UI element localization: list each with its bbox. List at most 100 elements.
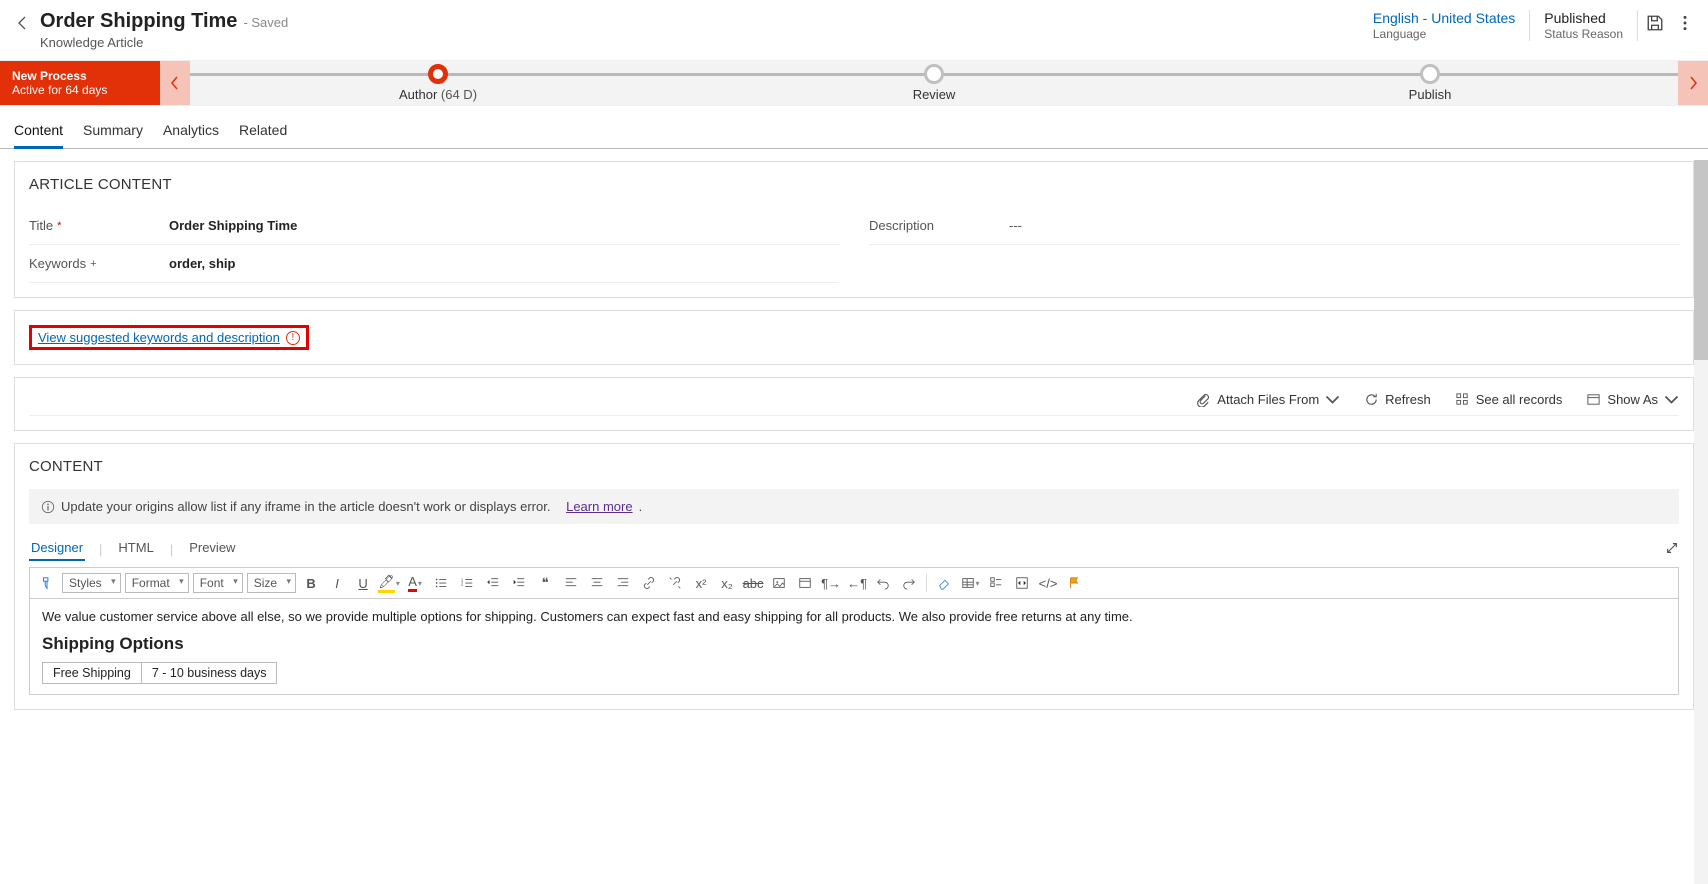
table-cell: Free Shipping <box>43 663 142 684</box>
section-title: ARTICLE CONTENT <box>29 176 1679 193</box>
iframe-button[interactable] <box>794 572 816 594</box>
refresh-button[interactable]: Refresh <box>1364 392 1431 407</box>
align-right-button[interactable] <box>612 572 634 594</box>
align-left-button[interactable] <box>560 572 582 594</box>
status-value: Published <box>1544 10 1623 26</box>
stage-next-button[interactable] <box>1678 61 1708 105</box>
flag-icon <box>1067 576 1081 590</box>
source-button[interactable]: </> <box>1037 572 1059 594</box>
number-list-icon: 12 <box>460 576 474 590</box>
outdent-button[interactable] <box>482 572 504 594</box>
svg-text:2: 2 <box>461 582 464 587</box>
image-icon <box>772 576 786 590</box>
stage-indicator-icon <box>1420 64 1440 84</box>
flag-button[interactable] <box>1063 572 1085 594</box>
undo-icon <box>876 576 890 590</box>
ltr-button[interactable]: ¶→ <box>820 572 842 594</box>
embed-button[interactable] <box>1011 572 1033 594</box>
shipping-options-table: Free Shipping 7 - 10 business days <box>42 662 277 684</box>
tab-analytics[interactable]: Analytics <box>163 116 219 148</box>
redo-button[interactable] <box>898 572 920 594</box>
bullet-list-icon <box>434 576 448 590</box>
underline-button[interactable]: U <box>352 572 374 594</box>
highlight-button[interactable]: 🖊▾ <box>378 572 400 594</box>
article-content-section: ARTICLE CONTENT Title* Order Shipping Ti… <box>14 161 1694 298</box>
attach-files-button[interactable]: Attach Files From <box>1196 392 1340 407</box>
tab-summary[interactable]: Summary <box>83 116 143 148</box>
grid-icon <box>1455 392 1470 407</box>
undo-button[interactable] <box>872 572 894 594</box>
font-select[interactable]: Font <box>193 573 243 593</box>
tab-related[interactable]: Related <box>239 116 287 148</box>
format-select[interactable]: Format <box>125 573 189 593</box>
description-field[interactable]: --- <box>1009 218 1022 233</box>
stage-indicator-icon <box>924 64 944 84</box>
table-button[interactable]: ▾ <box>959 572 981 594</box>
editor-tab-preview[interactable]: Preview <box>187 538 237 561</box>
language-value[interactable]: English - United States <box>1373 10 1515 26</box>
size-select[interactable]: Size <box>247 573 296 593</box>
number-list-button[interactable]: 12 <box>456 572 478 594</box>
learn-more-link[interactable]: Learn more <box>566 499 632 514</box>
keywords-label: Keywords <box>29 256 86 271</box>
clear-format-button[interactable] <box>933 572 955 594</box>
show-as-button[interactable]: Show As <box>1586 392 1679 407</box>
stage-author[interactable]: Author (64 D) <box>190 61 686 105</box>
chevron-down-icon <box>1325 392 1340 407</box>
styles-select[interactable]: Styles <box>62 573 121 593</box>
link-button[interactable] <box>638 572 660 594</box>
editor-tab-html[interactable]: HTML <box>116 538 155 561</box>
scrollbar[interactable] <box>1694 160 1708 884</box>
required-indicator-icon: * <box>57 220 61 232</box>
more-button[interactable] <box>1676 14 1694 32</box>
see-all-records-button[interactable]: See all records <box>1455 392 1563 407</box>
tab-content[interactable]: Content <box>14 116 63 148</box>
italic-button[interactable]: I <box>326 572 348 594</box>
bullet-list-button[interactable] <box>430 572 452 594</box>
banner-text: Update your origins allow list if any if… <box>61 499 550 514</box>
show-as-icon <box>1586 392 1601 407</box>
image-button[interactable] <box>768 572 790 594</box>
chevron-left-icon <box>170 76 180 90</box>
stage-prev-button[interactable] <box>160 61 190 105</box>
subscript-button[interactable]: x₂ <box>716 572 738 594</box>
checklist-icon <box>989 576 1003 590</box>
rtl-button[interactable]: ←¶ <box>846 572 868 594</box>
refresh-icon <box>1364 392 1379 407</box>
align-right-icon <box>616 576 630 590</box>
view-suggested-link[interactable]: View suggested keywords and description <box>38 330 280 345</box>
editor-tab-designer[interactable]: Designer <box>29 538 85 561</box>
form-tabs: Content Summary Analytics Related <box>0 106 1708 149</box>
save-button[interactable] <box>1646 14 1664 32</box>
align-center-icon <box>590 576 604 590</box>
page-title: Order Shipping Time <box>40 10 237 33</box>
iframe-warning-banner: Update your origins allow list if any if… <box>29 489 1679 524</box>
blockquote-button[interactable]: ❝ <box>534 572 556 594</box>
bold-button[interactable]: B <box>300 572 322 594</box>
back-button[interactable] <box>14 14 32 32</box>
format-painter-button[interactable] <box>36 572 58 594</box>
strikethrough-button[interactable]: abc <box>742 572 764 594</box>
content-editor-section: CONTENT Update your origins allow list i… <box>14 443 1694 710</box>
scrollbar-thumb[interactable] <box>1694 160 1708 360</box>
process-info[interactable]: New Process Active for 64 days <box>0 61 160 105</box>
title-field[interactable]: Order Shipping Time <box>169 218 297 233</box>
outdent-icon <box>486 576 500 590</box>
unlink-icon <box>668 576 682 590</box>
table-cell: 7 - 10 business days <box>141 663 277 684</box>
attachments-section: Attach Files From Refresh See all record… <box>14 377 1694 431</box>
checklist-button[interactable] <box>985 572 1007 594</box>
stage-review[interactable]: Review <box>686 61 1182 105</box>
redo-icon <box>902 576 916 590</box>
keywords-field[interactable]: order, ship <box>169 256 235 271</box>
arrow-left-icon <box>15 15 31 31</box>
unlink-button[interactable] <box>664 572 686 594</box>
expand-editor-button[interactable] <box>1665 541 1679 558</box>
stage-publish[interactable]: Publish <box>1182 61 1678 105</box>
font-color-button[interactable]: A▾ <box>404 572 426 594</box>
indent-button[interactable] <box>508 572 530 594</box>
align-center-button[interactable] <box>586 572 608 594</box>
superscript-button[interactable]: x² <box>690 572 712 594</box>
editor-content-area[interactable]: We value customer service above all else… <box>30 599 1678 694</box>
expand-icon <box>1665 541 1679 555</box>
